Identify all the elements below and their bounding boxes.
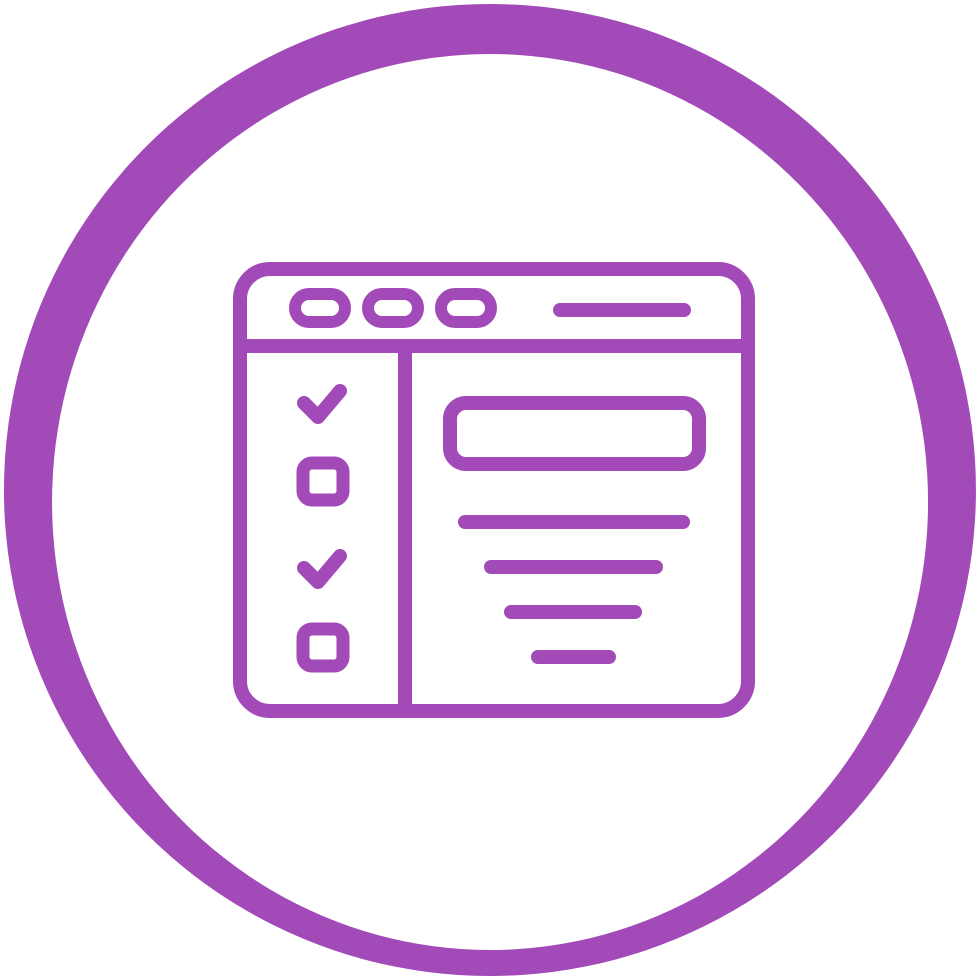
checkbox-icon (296, 456, 350, 507)
check-mark-icon (297, 549, 347, 589)
window-dot-2-icon (362, 288, 424, 328)
window-dot-3-icon (435, 288, 497, 328)
checkbox-icon (296, 622, 350, 673)
outer-ring-icon (3, 4, 976, 976)
window-dot-1-icon (289, 288, 351, 328)
icon-canvas (0, 0, 980, 980)
content-header-box (443, 396, 706, 471)
checklist (296, 384, 350, 673)
check-mark-icon (297, 384, 347, 424)
browser-checklist-icon (3, 4, 976, 976)
window-frame (233, 262, 755, 718)
browser-window-icon (233, 262, 755, 718)
